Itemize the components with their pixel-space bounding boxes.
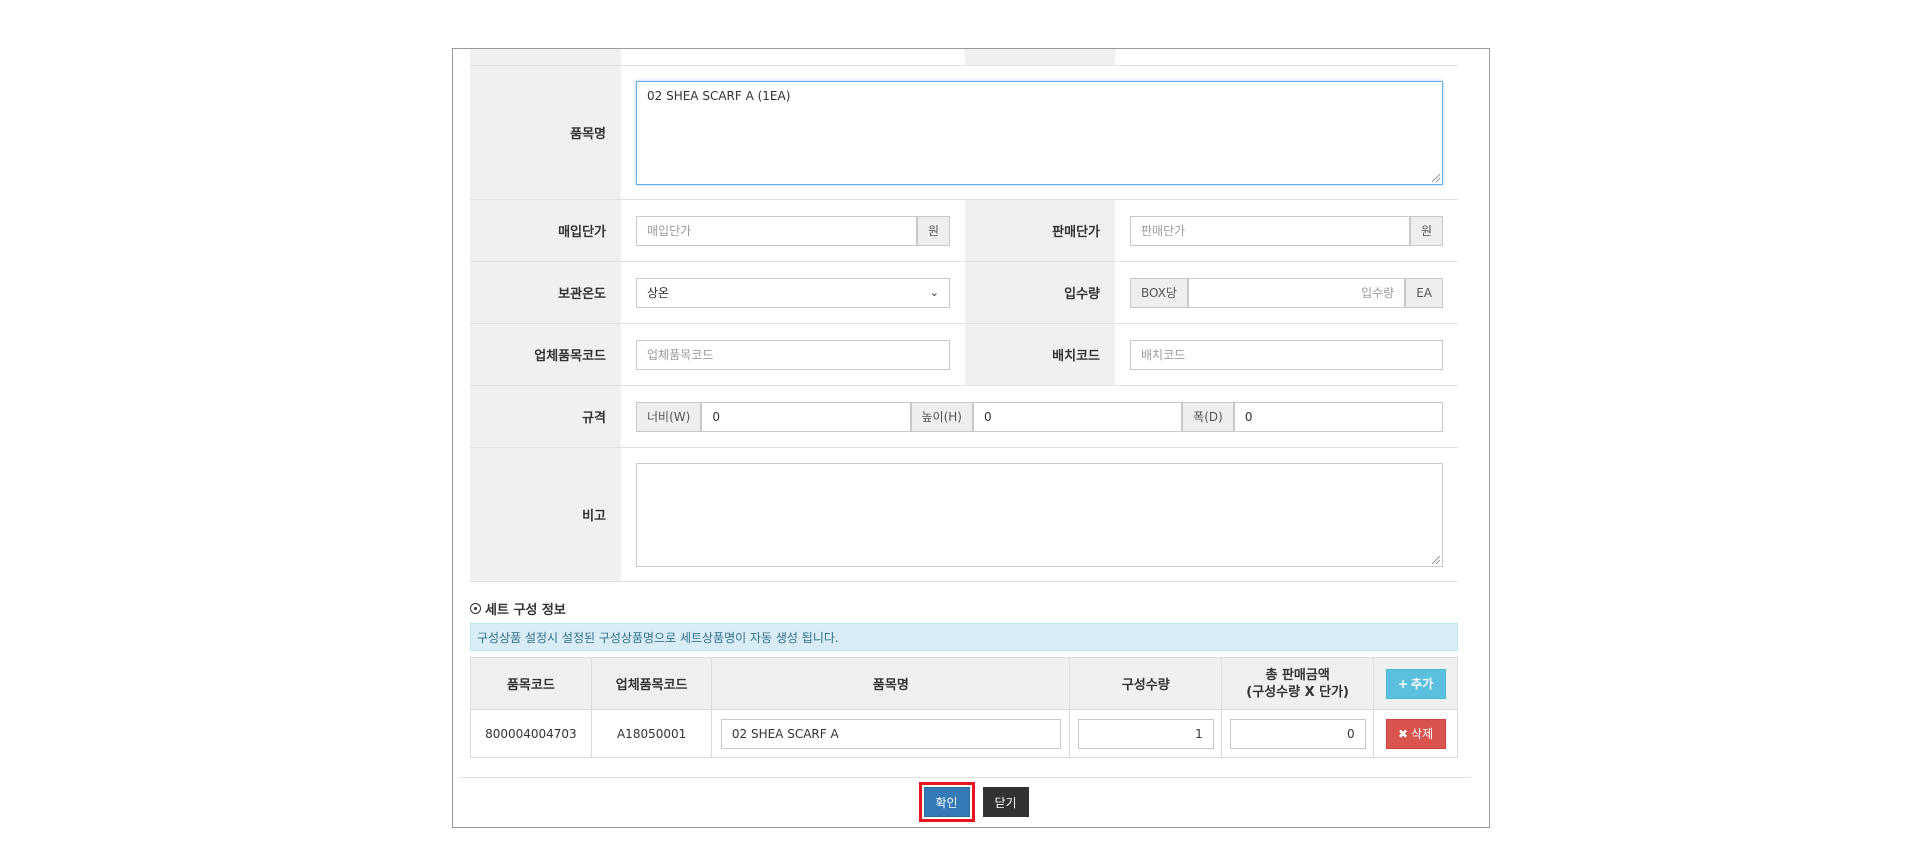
depth-input[interactable]: 0 xyxy=(1233,401,1443,432)
table-row: 800004004703 A18050001 02 SHEA SCARF A 1 xyxy=(470,709,1458,758)
set-section-title: 세트 구성 정보 xyxy=(470,599,566,618)
set-components-table: 품목코드 업체품목코드 품목명 구성수량 총 판매금액 (구성수량 X 단가) … xyxy=(470,657,1458,758)
row-codes: 업체품목코드 업체품목코드 배치코드 배치코드 xyxy=(470,324,1458,386)
circle-dot-icon xyxy=(470,603,481,614)
col-total: 총 판매금액 (구성수량 X 단가) xyxy=(1221,657,1375,710)
col-qty: 구성수량 xyxy=(1069,657,1223,710)
row-remarks: 비고 xyxy=(470,448,1458,582)
width-label: 너비(W) xyxy=(636,401,702,432)
top-strip xyxy=(470,49,1458,66)
barcode-label: 배치코드 xyxy=(965,324,1115,385)
row-total-input[interactable]: 0 xyxy=(1229,718,1366,749)
spec-label: 규격 xyxy=(470,386,621,447)
delete-button[interactable]: ✖ 삭제 xyxy=(1385,718,1446,749)
plus-icon: + xyxy=(1397,676,1409,691)
resize-handle-icon[interactable] xyxy=(1432,173,1440,182)
purchase-price-input[interactable]: 매입단가 xyxy=(636,215,917,246)
row-vendor-code: A18050001 xyxy=(590,709,713,758)
close-button[interactable]: 닫기 xyxy=(982,787,1029,817)
sale-price-input[interactable]: 판매단가 xyxy=(1130,215,1410,246)
item-edit-dialog: 품목명 02 SHEA SCARF A (1EA) 매입단가 매입단가 원 판매… xyxy=(452,48,1490,828)
col-item-code: 품목코드 xyxy=(470,657,592,710)
pack-qty-input[interactable]: 입수량 xyxy=(1187,277,1406,308)
width-input[interactable]: 0 xyxy=(701,401,911,432)
storage-temp-select[interactable]: 상온 ⌄ xyxy=(636,277,950,308)
vendor-code-label: 업체품목코드 xyxy=(470,324,621,385)
form-content: 품목명 02 SHEA SCARF A (1EA) 매입단가 매입단가 원 판매… xyxy=(470,49,1458,758)
pack-qty-label: 입수량 xyxy=(965,262,1115,323)
table-header-row: 품목코드 업체품목코드 품목명 구성수량 총 판매금액 (구성수량 X 단가) … xyxy=(470,657,1458,710)
pack-qty-unit: EA xyxy=(1405,277,1443,308)
remarks-label: 비고 xyxy=(470,448,621,581)
col-item-name: 품목명 xyxy=(711,657,1071,710)
row-item-name: 품목명 02 SHEA SCARF A (1EA) xyxy=(470,66,1458,200)
sale-price-unit: 원 xyxy=(1409,215,1443,246)
confirm-highlight: 확인 xyxy=(918,782,975,822)
depth-label: 폭(D) xyxy=(1182,401,1234,432)
storage-temp-label: 보관온도 xyxy=(470,262,621,323)
col-vendor-code: 업체품목코드 xyxy=(590,657,713,710)
close-icon: ✖ xyxy=(1397,726,1409,741)
purchase-price-label: 매입단가 xyxy=(470,200,621,261)
height-input[interactable]: 0 xyxy=(972,401,1183,432)
add-button[interactable]: + 추가 xyxy=(1385,668,1446,699)
vendor-code-input[interactable]: 업체품목코드 xyxy=(636,339,950,370)
row-prices: 매입단가 매입단가 원 판매단가 판매단가 원 xyxy=(470,200,1458,262)
confirm-button[interactable]: 확인 xyxy=(923,787,970,817)
dialog-footer: 확인 닫기 xyxy=(453,782,1491,822)
purchase-price-unit: 원 xyxy=(916,215,950,246)
item-name-textarea[interactable]: 02 SHEA SCARF A (1EA) xyxy=(636,80,1443,185)
resize-handle-icon[interactable] xyxy=(1432,555,1440,564)
height-label: 높이(H) xyxy=(910,401,973,432)
row-item-name-input[interactable]: 02 SHEA SCARF A xyxy=(720,718,1061,749)
remarks-textarea[interactable] xyxy=(636,462,1443,567)
row-item-code: 800004004703 xyxy=(470,709,592,758)
chevron-down-icon: ⌄ xyxy=(929,286,939,299)
pack-qty-prefix: BOX당 xyxy=(1130,277,1188,308)
set-info-alert: 구성상품 설정시 설정된 구성상품명으로 세트상품명이 자동 생성 됩니다. xyxy=(470,623,1458,651)
footer-divider xyxy=(459,777,1471,778)
barcode-input[interactable]: 배치코드 xyxy=(1130,339,1443,370)
item-name-label: 품목명 xyxy=(470,66,621,199)
row-qty-input[interactable]: 1 xyxy=(1077,718,1214,749)
row-storage-pack: 보관온도 상온 ⌄ 입수량 BOX당 입수량 EA xyxy=(470,262,1458,324)
row-spec: 규격 너비(W) 0 높이(H) 0 폭(D) 0 xyxy=(470,386,1458,448)
sale-price-label: 판매단가 xyxy=(965,200,1115,261)
